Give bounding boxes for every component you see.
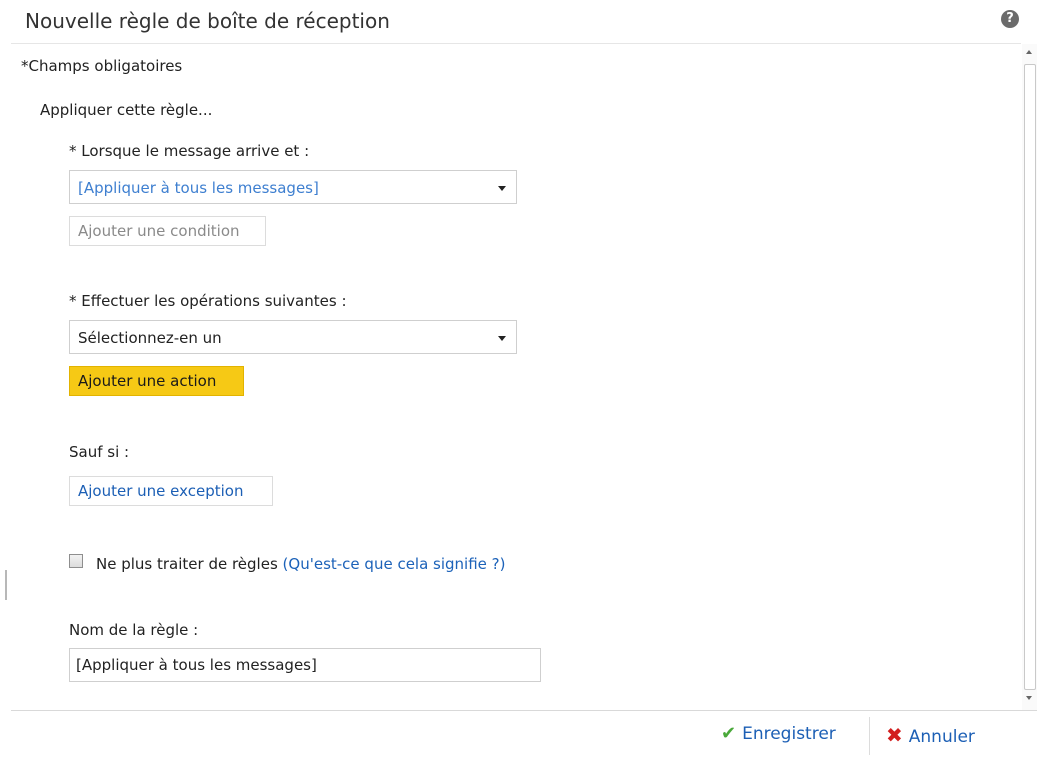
vertical-scrollbar[interactable] <box>1022 44 1037 710</box>
action-dropdown[interactable]: Sélectionnez-en un <box>69 320 517 354</box>
edge-mark <box>5 570 7 600</box>
dialog-title: Nouvelle règle de boîte de réception <box>25 9 390 33</box>
action-label: * Effectuer les opérations suivantes : <box>69 292 347 310</box>
action-selected-value: Sélectionnez-en un <box>78 329 222 347</box>
condition-selected-value: [Appliquer à tous les messages] <box>78 179 319 197</box>
what-does-this-mean-link[interactable]: (Qu'est-ce que cela signifie ?) <box>283 555 506 573</box>
apply-rule-heading: Appliquer cette règle... <box>40 101 213 119</box>
condition-dropdown[interactable]: [Appliquer à tous les messages] <box>69 170 517 204</box>
dialog-titlebar: Nouvelle règle de boîte de réception ? <box>11 0 1037 44</box>
stop-processing-checkbox[interactable] <box>69 554 83 568</box>
scroll-down-icon[interactable] <box>1026 696 1032 700</box>
save-button[interactable]: ✔ Enregistrer <box>721 723 836 744</box>
add-condition-button[interactable]: Ajouter une condition <box>69 216 266 246</box>
rule-name-input[interactable] <box>76 656 531 674</box>
footer-separator <box>869 717 870 755</box>
chevron-down-icon <box>498 336 506 341</box>
exception-label: Sauf si : <box>69 443 130 461</box>
add-exception-button[interactable]: Ajouter une exception <box>69 476 273 506</box>
dialog-content: *Champs obligatoires Appliquer cette règ… <box>11 44 1021 710</box>
condition-label: * Lorsque le message arrive et : <box>69 142 310 160</box>
cancel-label: Annuler <box>908 727 975 747</box>
required-fields-note: *Champs obligatoires <box>21 57 183 75</box>
save-label: Enregistrer <box>742 724 836 744</box>
chevron-down-icon <box>498 186 506 191</box>
stop-processing-label: Ne plus traiter de règles <box>96 555 278 573</box>
stop-processing-row: Ne plus traiter de règles (Qu'est-ce que… <box>96 555 505 573</box>
rule-name-label: Nom de la règle : <box>69 621 199 639</box>
new-inbox-rule-dialog: Nouvelle règle de boîte de réception ? *… <box>11 0 1037 762</box>
scroll-up-icon[interactable] <box>1026 50 1032 54</box>
scrollbar-thumb[interactable] <box>1024 64 1036 690</box>
checkmark-icon: ✔ <box>721 723 737 744</box>
rule-name-field[interactable] <box>69 648 541 682</box>
x-icon: ✖ <box>886 723 903 747</box>
cancel-button[interactable]: ✖ Annuler <box>886 723 975 747</box>
dialog-footer: ✔ Enregistrer ✖ Annuler <box>11 711 1037 762</box>
add-action-button[interactable]: Ajouter une action <box>69 366 244 396</box>
help-icon[interactable]: ? <box>1001 10 1019 28</box>
